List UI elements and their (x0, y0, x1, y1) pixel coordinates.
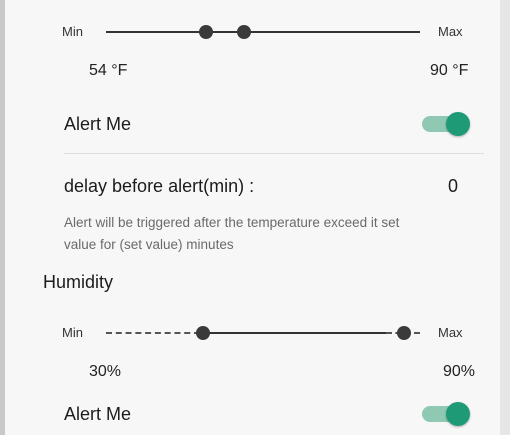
settings-panel: Min Max 54 °F 90 °F Alert Me delay befor… (5, 0, 500, 435)
humidity-min-value: 30% (89, 363, 122, 380)
temperature-low-thumb[interactable] (199, 25, 214, 39)
humidity-title: Humidity (43, 272, 114, 292)
humidity-low-thumb[interactable] (196, 326, 211, 340)
right-edge (500, 0, 510, 435)
temperature-max-value: 90 °F (430, 62, 469, 79)
toggle-knob (446, 112, 470, 136)
temperature-min-label: Min (62, 24, 83, 39)
toggle-knob (446, 402, 470, 426)
alert-hint-line-1: Alert will be triggered after the temper… (64, 215, 400, 230)
humidity-slider-track-range (200, 332, 386, 334)
alert-hint-line-2: value for (set value) minutes (64, 237, 234, 252)
humidity-max-label: Max (438, 325, 463, 340)
temperature-max-label: Max (438, 24, 463, 39)
temperature-slider-track (106, 31, 420, 33)
humidity-alert-label: Alert Me (64, 404, 132, 424)
humidity-range-slider[interactable]: Min Max (62, 323, 482, 343)
humidity-max-value: 90% (443, 363, 476, 380)
temperature-range-slider[interactable]: Min Max (62, 22, 482, 42)
humidity-alert-toggle[interactable] (422, 402, 470, 426)
delay-label: delay before alert(min) : (64, 176, 255, 196)
divider (64, 153, 484, 154)
humidity-slider-track-left (106, 332, 200, 334)
temperature-min-value: 54 °F (89, 62, 128, 79)
delay-value[interactable]: 0 (448, 176, 458, 197)
temperature-alert-label: Alert Me (64, 114, 132, 134)
humidity-min-label: Min (62, 325, 83, 340)
temperature-alert-toggle[interactable] (422, 112, 470, 136)
humidity-high-thumb[interactable] (397, 326, 412, 340)
temperature-high-thumb[interactable] (237, 25, 252, 39)
